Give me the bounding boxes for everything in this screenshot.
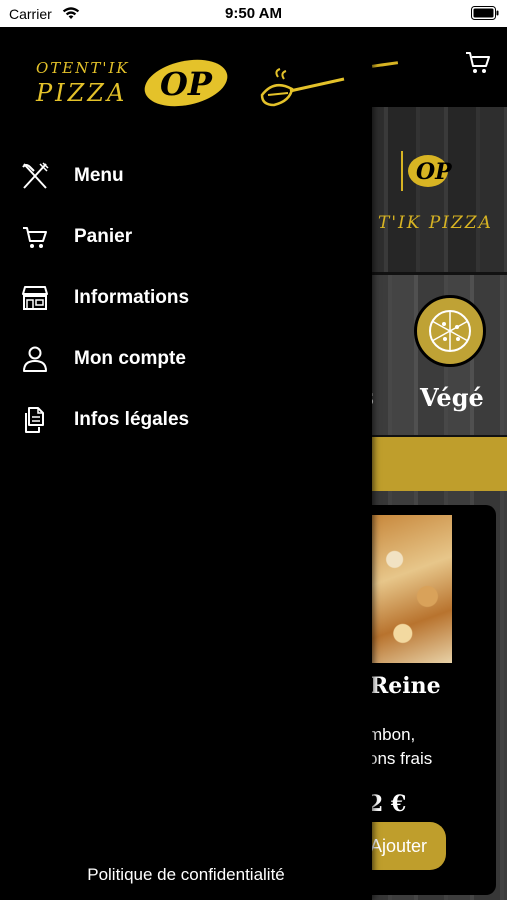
hero-brand-text: T'IK PIZZA [378,213,493,233]
logo-line1: OTENT'IK [36,59,130,77]
pizza-icon [429,310,471,352]
logo-op-mark-icon: OP [144,59,228,107]
menu-item-mon-compte[interactable]: Mon compte [0,334,372,384]
product-description-line: ons frais [368,749,433,768]
person-icon [20,344,50,374]
product-description-line: mbon, [368,725,416,744]
svg-text:OP: OP [416,159,453,185]
cart-icon [20,222,50,252]
header-cart-icon[interactable] [465,51,491,80]
logo-op-text: OP [160,65,213,103]
menu-item-label: Infos légales [74,409,190,430]
fork-knife-icon [20,161,50,191]
logo-line2: PIZZA [36,79,128,107]
side-drawer: OTENT'IK PIZZA OP Menu Panier Informatio… [0,27,372,900]
documents-icon [20,405,50,435]
status-bar: Carrier 9:50 AM [0,0,507,27]
category-vege-button[interactable] [414,295,486,367]
menu-item-infos-legales[interactable]: Infos légales [0,395,372,445]
storefront-icon [20,283,50,313]
menu-item-label: Mon compte [74,348,186,369]
product-image [370,515,452,663]
clock: 9:50 AM [225,5,282,22]
menu-item-label: Panier [74,226,133,247]
battery-icon [471,6,499,25]
hero-logo-icon: OP [401,151,453,191]
menu-item-label: Informations [74,287,190,308]
menu-item-informations[interactable]: Informations [0,273,372,323]
category-label-vege: Végé [420,383,484,412]
product-title: Reine [370,673,441,699]
product-price: 2 € [368,791,407,817]
menu-item-panier[interactable]: Panier [0,212,372,262]
privacy-policy-link[interactable]: Politique de confidentialité [0,865,372,885]
pizza-peel-icon [260,68,345,107]
product-description: mbon, ons frais [368,723,432,771]
header-decor [371,61,399,68]
menu-item-label: Menu [74,165,124,186]
menu-item-menu[interactable]: Menu [0,151,372,201]
